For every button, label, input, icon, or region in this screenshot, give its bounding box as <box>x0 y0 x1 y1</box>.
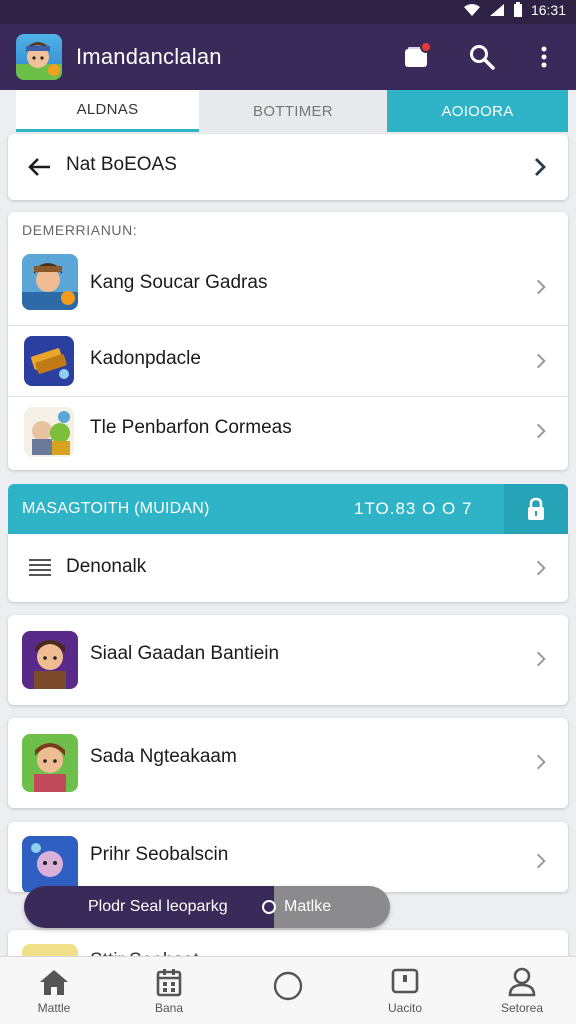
snackbar: Plodr Seal leoparkg Matlke <box>24 886 390 928</box>
banner-counter: 1TO.83 O O 7 <box>354 499 473 518</box>
list-item-label: Kadonpdacle <box>90 348 201 369</box>
game-list-card: DEMERRIANUN: Kang Soucar Gadras Kadonpda… <box>8 212 568 470</box>
lock-icon <box>528 497 544 520</box>
bottom-nav-profile[interactable]: Setorea <box>474 957 570 1024</box>
calendar-icon <box>156 969 182 997</box>
person-icon <box>508 967 536 997</box>
game-thumbnail <box>24 407 74 457</box>
tab-first[interactable]: ALDNAS <box>16 90 199 132</box>
signal-icon <box>489 4 504 16</box>
circle-icon <box>273 971 303 1001</box>
chevron-right-icon <box>536 353 546 369</box>
tab-second[interactable]: BOTTIMER <box>199 90 387 132</box>
bottom-nav-label: Setorea <box>500 1001 544 1015</box>
tab-bar: ALDNAS BOTTIMER AOIOORA <box>16 90 568 132</box>
list-item-label: Kang Soucar Gadras <box>90 272 268 293</box>
banner-title: MASAGTOITH (MUIDAN) <box>22 500 210 517</box>
game-card[interactable]: Siaal Gaadan Bantiein <box>8 615 568 705</box>
game-thumbnail <box>22 254 78 310</box>
search-button[interactable] <box>462 37 502 77</box>
device-icon <box>391 968 419 994</box>
bottom-nav-label: Mattle <box>37 1001 71 1015</box>
bottom-nav-center[interactable] <box>240 957 336 1024</box>
chevron-right-icon <box>536 279 546 295</box>
game-card-label: Prihr Seobalscin <box>90 844 229 865</box>
game-thumbnail <box>24 336 74 386</box>
notification-badge <box>420 41 432 53</box>
menu-lines-icon <box>29 559 51 576</box>
bottom-nav-home[interactable]: Mattle <box>6 957 102 1024</box>
tab-third[interactable]: AOIOORA <box>387 90 568 132</box>
wifi-icon <box>463 4 480 16</box>
bottom-nav-label: Bana <box>154 1001 184 1015</box>
lock-button[interactable] <box>504 484 568 534</box>
status-time: 16:31 <box>530 2 566 18</box>
list-item[interactable]: Kang Soucar Gadras <box>8 250 568 326</box>
app-bar: Imandanclalan <box>0 24 576 90</box>
chevron-right-icon <box>536 560 546 576</box>
back-nav-row[interactable]: Nat BoEOAS <box>8 134 568 200</box>
snackbar-label: Plodr Seal leoparkg <box>88 898 228 915</box>
more-vert-icon <box>541 46 547 68</box>
menu-row-label: Denonalk <box>66 556 147 577</box>
search-icon <box>470 45 495 70</box>
battery-icon <box>513 2 522 17</box>
game-thumbnail <box>22 734 78 792</box>
bottom-nav-label: Uacito <box>387 1001 422 1015</box>
chevron-right-icon <box>536 754 546 770</box>
game-thumbnail <box>22 836 78 892</box>
game-card-label: Siaal Gaadan Bantiein <box>90 643 280 664</box>
menu-row[interactable]: Denonalk <box>8 534 568 602</box>
game-card-label: Sada Ngteakaam <box>90 746 237 767</box>
overflow-menu-button[interactable] <box>524 37 564 77</box>
game-card[interactable]: Prihr Seobalscin <box>8 822 568 892</box>
list-item[interactable]: Tle Penbarfon Cormeas <box>8 397 568 469</box>
home-icon <box>40 970 68 995</box>
list-item-label: Tle Penbarfon Cormeas <box>90 417 292 438</box>
game-thumbnail <box>22 631 78 689</box>
game-card[interactable]: Sada Ngteakaam <box>8 718 568 808</box>
bottom-nav-calendar[interactable]: Bana <box>121 957 217 1024</box>
chevron-right-icon <box>536 423 546 439</box>
chevron-right-icon <box>535 158 546 176</box>
list-item[interactable]: Kadonpdacle <box>8 326 568 396</box>
snackbar-action-button[interactable]: Matlke <box>284 898 331 916</box>
section-header: DEMERRIANUN: <box>22 222 138 238</box>
status-bar: 16:31 <box>0 0 576 24</box>
bottom-navigation: Mattle Bana Uacito Setorea <box>0 956 576 1024</box>
app-title: Imandanclalan <box>76 44 222 69</box>
status-icons: 16:31 <box>463 2 566 18</box>
radio-circle-icon[interactable] <box>262 900 276 914</box>
bottom-nav-device[interactable]: Uacito <box>357 957 453 1024</box>
inbox-button[interactable] <box>396 37 436 77</box>
back-arrow-icon[interactable] <box>26 153 54 181</box>
chevron-right-icon <box>536 853 546 869</box>
section-banner: MASAGTOITH (MUIDAN) 1TO.83 O O 7 <box>8 484 568 534</box>
nav-row-label: Nat BoEOAS <box>66 154 177 175</box>
app-logo-icon[interactable] <box>16 34 62 80</box>
chevron-right-icon <box>536 651 546 667</box>
